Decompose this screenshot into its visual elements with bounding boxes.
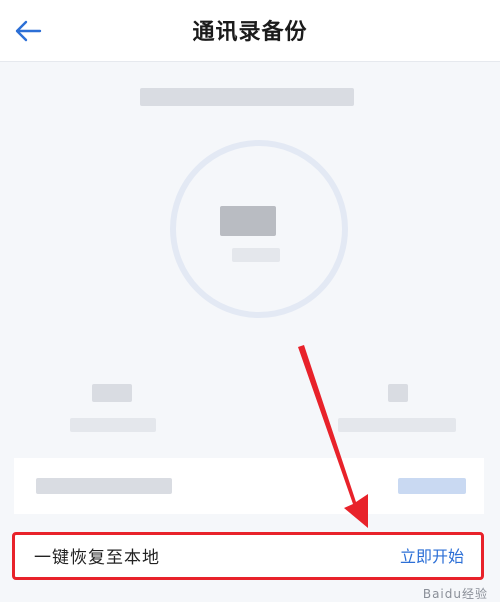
blurred-summary-text bbox=[140, 88, 354, 106]
blurred-right-stat-value bbox=[388, 384, 408, 402]
blurred-option-action[interactable] bbox=[398, 478, 466, 494]
backup-option-row[interactable] bbox=[14, 458, 484, 514]
page-title: 通讯录备份 bbox=[192, 20, 308, 45]
highlight-box bbox=[12, 532, 484, 580]
header-bar: 通讯录备份 bbox=[0, 0, 500, 62]
main-content: 一键恢复至本地 立即开始 bbox=[0, 62, 500, 602]
blurred-ring-value bbox=[220, 206, 276, 236]
watermark: Baidu经验 bbox=[422, 587, 488, 601]
blurred-option-label bbox=[36, 478, 172, 494]
blurred-left-stat-value bbox=[92, 384, 132, 402]
blurred-ring-caption bbox=[232, 248, 280, 262]
blurred-right-stat-label bbox=[338, 418, 456, 432]
blurred-left-stat-label bbox=[70, 418, 156, 432]
